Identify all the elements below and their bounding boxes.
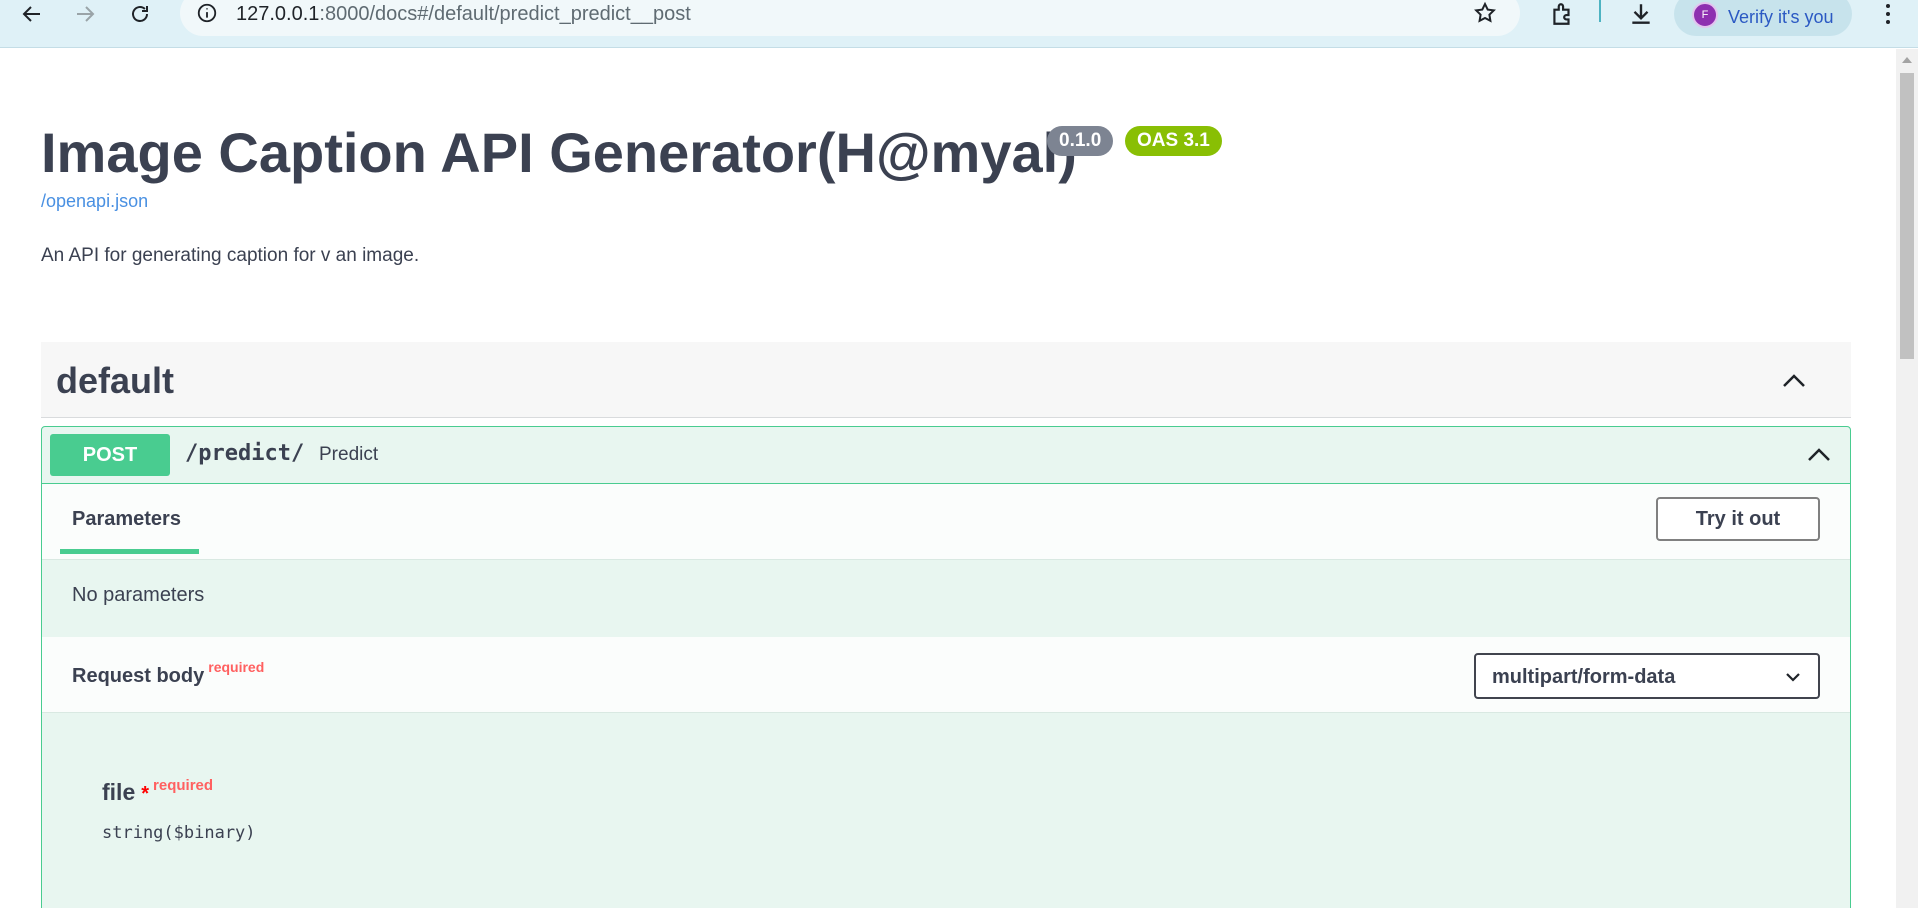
profile-status-label: Verify it's you — [1728, 7, 1834, 27]
back-icon[interactable] — [14, 0, 50, 28]
operation-summary-text: Predict — [319, 444, 379, 465]
request-body-label: Request body required — [72, 659, 265, 687]
api-title-row: Image Caption API Generator(H@myal) 0.1.… — [41, 120, 1222, 185]
operation-post-predict: POST /predict/ Predict Parameters Try it… — [41, 426, 1851, 908]
scroll-up-icon[interactable] — [1902, 57, 1912, 63]
profile-chip[interactable]: F Verify it's you — [1674, 0, 1852, 36]
required-marker: * — [141, 783, 150, 805]
chevron-down-icon — [1786, 673, 1800, 682]
reload-icon[interactable] — [122, 0, 158, 28]
active-tab-indicator — [60, 549, 199, 554]
content-type-select[interactable]: multipart/form-data — [1474, 653, 1820, 699]
extensions-icon[interactable] — [1545, 0, 1579, 28]
no-parameters-text: No parameters — [72, 584, 205, 606]
form-field-type: string($binary) — [102, 823, 256, 843]
chevron-up-icon[interactable] — [1804, 440, 1834, 470]
openapi-json-link[interactable]: /openapi.json — [41, 191, 148, 212]
oas-badge: OAS 3.1 — [1125, 126, 1222, 156]
method-badge: POST — [50, 434, 170, 476]
avatar: F — [1692, 2, 1718, 28]
url-text[interactable]: 127.0.0.1:8000/docs#/default/predict_pre… — [236, 3, 691, 26]
tag-section-default[interactable]: default — [41, 342, 1851, 418]
page-scrollbar[interactable] — [1896, 49, 1918, 908]
browser-toolbar: 127.0.0.1:8000/docs#/default/predict_pre… — [0, 0, 1918, 48]
downloads-icon[interactable] — [1624, 0, 1658, 28]
request-body-header: Request body required multipart/form-data — [42, 637, 1850, 713]
operation-summary[interactable]: POST /predict/ Predict — [42, 427, 1850, 484]
content-type-value: multipart/form-data — [1492, 666, 1676, 688]
required-label: required — [208, 659, 265, 675]
form-field-file: file * required — [102, 777, 214, 805]
bookmark-star-icon[interactable] — [1472, 0, 1498, 26]
try-it-out-button[interactable]: Try it out — [1656, 497, 1820, 541]
parameters-header: Parameters Try it out — [42, 484, 1850, 560]
api-description: An API for generating caption for v an i… — [41, 245, 420, 266]
page-title: Image Caption API Generator(H@myal) — [41, 121, 1077, 184]
operation-path: /predict/ — [185, 441, 305, 466]
toolbar-separator — [1599, 0, 1601, 22]
site-info-icon[interactable] — [194, 0, 220, 26]
version-badge: 0.1.0 — [1047, 126, 1114, 156]
forward-icon[interactable] — [67, 0, 103, 28]
browser-menu-icon[interactable] — [1878, 0, 1898, 28]
required-label: required — [153, 777, 214, 794]
tag-title: default — [56, 360, 175, 401]
chevron-up-icon[interactable] — [1779, 366, 1809, 396]
tab-parameters[interactable]: Parameters — [72, 508, 181, 531]
address-bar[interactable]: 127.0.0.1:8000/docs#/default/predict_pre… — [180, 0, 1520, 36]
scrollbar-thumb[interactable] — [1900, 73, 1914, 359]
